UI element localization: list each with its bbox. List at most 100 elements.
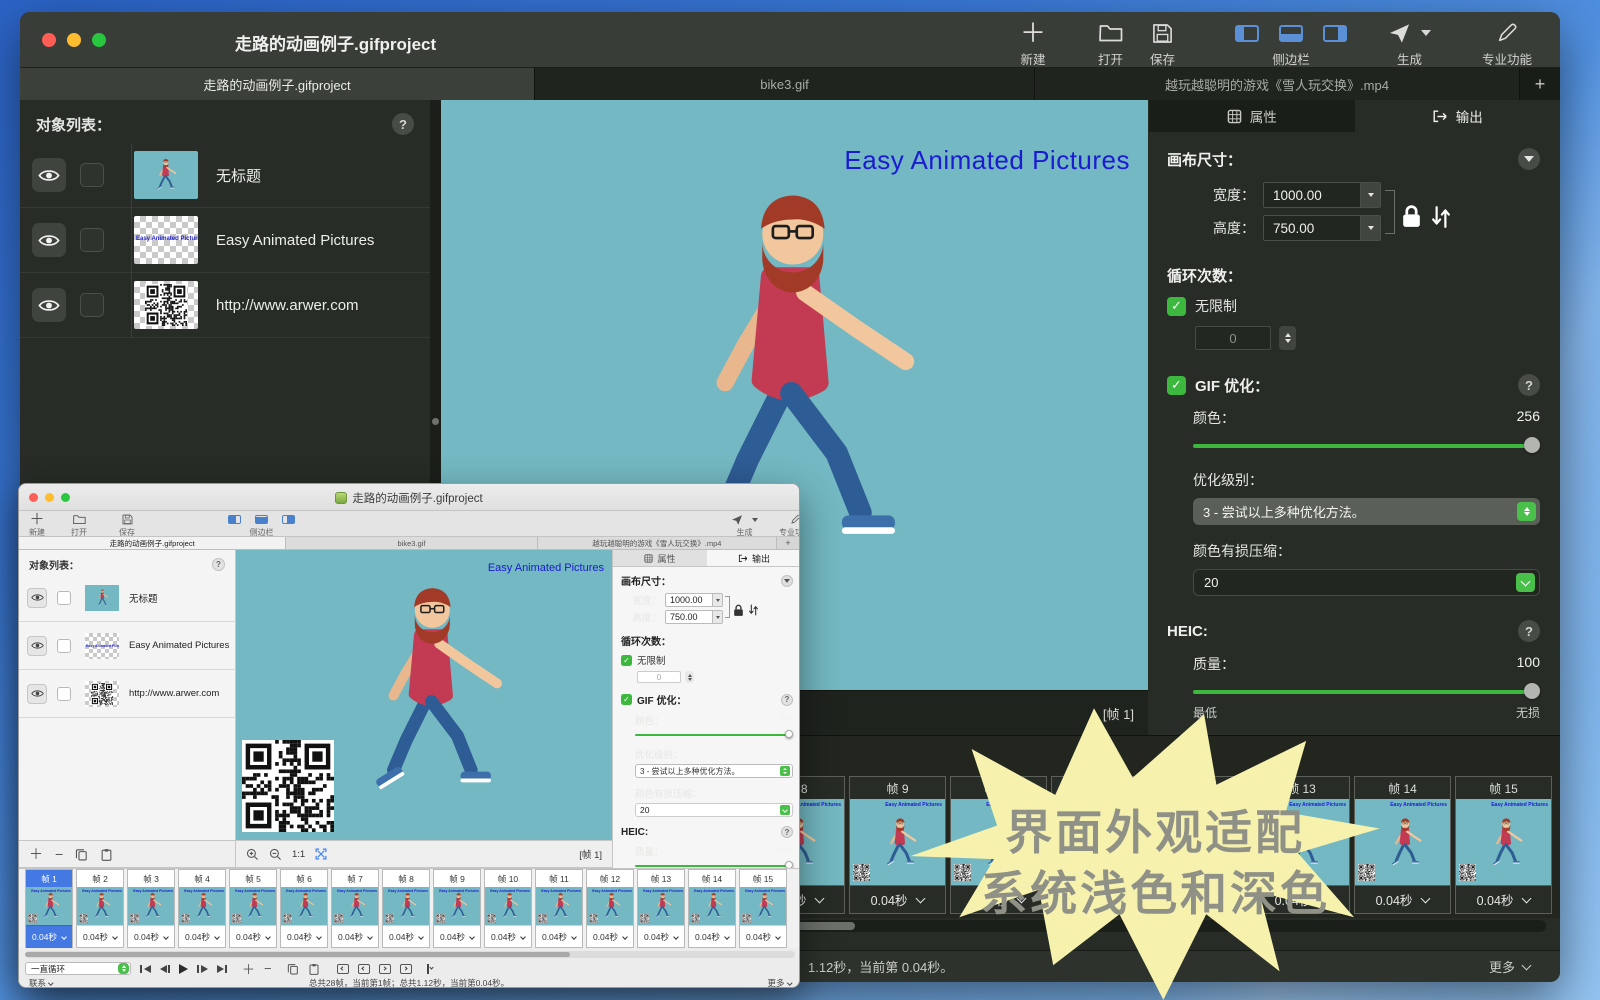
- unlimited-checkbox[interactable]: 无限制: [621, 653, 793, 667]
- dropdown-caret-icon[interactable]: [752, 518, 758, 522]
- object-row-text[interactable]: Easy Animated Pictures Easy Animated Pic…: [19, 622, 235, 670]
- open-button[interactable]: 打开: [1098, 21, 1123, 68]
- height-field[interactable]: 750.00: [1263, 215, 1381, 241]
- frame-thumbnail[interactable]: Easy Animated Pictures: [77, 887, 123, 925]
- paste-icon[interactable]: [100, 848, 113, 861]
- help-button[interactable]: ?: [392, 113, 414, 135]
- actual-size-button[interactable]: 1:1: [292, 849, 305, 860]
- lock-icon[interactable]: [733, 604, 744, 617]
- frame-thumbnail[interactable]: Easy Animated Pictures: [281, 887, 327, 925]
- width-field[interactable]: 1000.00: [665, 593, 723, 607]
- skip-to-end-button[interactable]: [217, 965, 228, 973]
- select-checkbox[interactable]: [57, 591, 71, 605]
- zoom-button[interactable]: [92, 33, 106, 47]
- unlimited-checkbox[interactable]: 无限制: [1167, 296, 1540, 316]
- visibility-button[interactable]: [32, 288, 66, 322]
- frame-thumbnail[interactable]: Easy Animated Pictures: [689, 887, 735, 925]
- object-row-qr[interactable]: http://www.arwer.com: [19, 670, 235, 718]
- timeline-frame[interactable]: 帧 2 Easy Animated Pictures 0.04秒: [76, 869, 124, 948]
- swap-dimensions-icon[interactable]: [1430, 205, 1452, 229]
- left-sidebar-toggle-icon[interactable]: [228, 515, 241, 524]
- save-button[interactable]: 保存: [119, 513, 135, 538]
- preview-canvas[interactable]: Easy Animated Pictures: [236, 550, 612, 840]
- tab-bike3[interactable]: bike3.gif: [286, 537, 537, 549]
- bottom-bar-toggle-icon[interactable]: [255, 515, 268, 524]
- timeline-frame[interactable]: 帧 9 Easy Animated Pictures 0.04秒: [433, 869, 481, 948]
- timeline-frame[interactable]: 帧 6 Easy Animated Pictures 0.04秒: [280, 869, 328, 948]
- frame-thumbnail[interactable]: Easy Animated Pictures: [1456, 799, 1551, 885]
- pro-features-button[interactable]: 专业功能: [1482, 21, 1532, 68]
- add-frame-button[interactable]: ＋: [29, 844, 43, 864]
- frame-thumbnail[interactable]: Easy Animated Pictures: [26, 887, 72, 925]
- frame-duration[interactable]: 0.04秒: [434, 925, 480, 948]
- tab-project[interactable]: 走路的动画例子.gifproject: [19, 537, 286, 549]
- select-checkbox[interactable]: [80, 293, 104, 317]
- slider-knob[interactable]: [1524, 437, 1540, 453]
- remove-frame-button[interactable]: −: [55, 846, 63, 862]
- zoom-out-icon[interactable]: [269, 848, 282, 861]
- tab-video[interactable]: 越玩越聪明的游戏《雪人玩交换》.mp4: [538, 537, 777, 549]
- frame-duration[interactable]: 0.04秒: [638, 925, 684, 948]
- loop-count-stepper[interactable]: [685, 671, 694, 683]
- timeline-frame[interactable]: 帧 15 Easy Animated Pictures 0.04秒: [1455, 776, 1552, 914]
- colors-slider[interactable]: [635, 730, 793, 739]
- more-button[interactable]: 更多: [1489, 957, 1530, 976]
- insert-frame-before-icon[interactable]: [337, 964, 349, 974]
- loop-count-stepper[interactable]: [1279, 326, 1296, 350]
- bottom-bar-toggle-icon[interactable]: [1279, 25, 1303, 42]
- tab-video[interactable]: 越玩越聪明的游戏《雪人玩交换》.mp4: [1035, 68, 1520, 100]
- timeline-scrollbar[interactable]: [25, 951, 795, 958]
- loop-count-field[interactable]: 0: [1195, 326, 1271, 350]
- slider-knob[interactable]: [1524, 683, 1540, 699]
- dropdown-arrow-icon[interactable]: [1360, 183, 1380, 207]
- loop-count-field[interactable]: 0: [637, 671, 681, 683]
- lossy-compression-combo[interactable]: 20: [635, 803, 793, 817]
- tab-output[interactable]: 输出: [1355, 100, 1561, 132]
- frame-duration[interactable]: 0.04秒: [128, 925, 174, 948]
- object-row-text[interactable]: Easy Animated Pictures Easy Animated Pic…: [20, 208, 430, 273]
- tab-project[interactable]: 走路的动画例子.gifproject: [20, 68, 535, 100]
- copy-icon[interactable]: [287, 963, 299, 975]
- help-button[interactable]: ?: [781, 826, 793, 838]
- right-sidebar-toggle-icon[interactable]: [282, 515, 295, 524]
- add-tab-button[interactable]: +: [777, 537, 799, 549]
- zoom-in-icon[interactable]: [246, 848, 259, 861]
- tab-properties[interactable]: 属性: [1149, 100, 1355, 132]
- frame-duration[interactable]: 0.04秒: [281, 925, 327, 948]
- dropdown-arrow-icon[interactable]: [712, 594, 722, 606]
- tab-properties[interactable]: 属性: [613, 550, 707, 566]
- insert-frame-right-icon[interactable]: [379, 964, 391, 974]
- dropdown-caret-icon[interactable]: [1421, 30, 1431, 36]
- left-sidebar-toggle-icon[interactable]: [1235, 25, 1259, 42]
- generate-button[interactable]: 生成: [1388, 21, 1431, 68]
- frame-thumbnail[interactable]: Easy Animated Pictures: [230, 887, 276, 925]
- step-forward-button[interactable]: [197, 965, 208, 973]
- fit-expand-icon[interactable]: [315, 848, 327, 860]
- visibility-button[interactable]: [27, 588, 47, 608]
- frame-duration[interactable]: 0.04秒: [230, 925, 276, 948]
- optimization-level-select[interactable]: 3 - 尝试以上多种优化方法。: [1193, 498, 1540, 525]
- frame-duration[interactable]: 0.04秒: [77, 925, 123, 948]
- frame-duration[interactable]: 0.04秒: [26, 925, 72, 948]
- new-button[interactable]: ＋ 新建: [29, 513, 45, 538]
- height-field[interactable]: 750.00: [665, 610, 723, 624]
- frame-duration[interactable]: 0.04秒: [1456, 885, 1551, 913]
- timeline-frame[interactable]: 帧 3 Easy Animated Pictures 0.04秒: [127, 869, 175, 948]
- visibility-button[interactable]: [32, 158, 66, 192]
- object-row-walkman[interactable]: 无标题: [19, 574, 235, 622]
- slider-knob[interactable]: [785, 730, 793, 738]
- frame-duration[interactable]: 0.04秒: [536, 925, 582, 948]
- select-checkbox[interactable]: [57, 687, 71, 701]
- close-button[interactable]: [42, 33, 56, 47]
- dropdown-arrow-icon[interactable]: [1360, 216, 1380, 240]
- lock-icon[interactable]: [1401, 204, 1422, 229]
- help-button[interactable]: ?: [1518, 620, 1540, 642]
- timeline-frame[interactable]: 帧 11 Easy Animated Pictures 0.04秒: [535, 869, 583, 948]
- frame-duration[interactable]: 0.04秒: [179, 925, 225, 948]
- help-button[interactable]: ?: [781, 694, 793, 706]
- frame-thumbnail[interactable]: Easy Animated Pictures: [332, 887, 378, 925]
- select-checkbox[interactable]: [80, 163, 104, 187]
- remove-frame-button[interactable]: −: [264, 961, 272, 976]
- optimization-level-select[interactable]: 3 - 尝试以上多种优化方法。: [635, 764, 793, 778]
- timeline-frame[interactable]: 帧 13 Easy Animated Pictures 0.04秒: [637, 869, 685, 948]
